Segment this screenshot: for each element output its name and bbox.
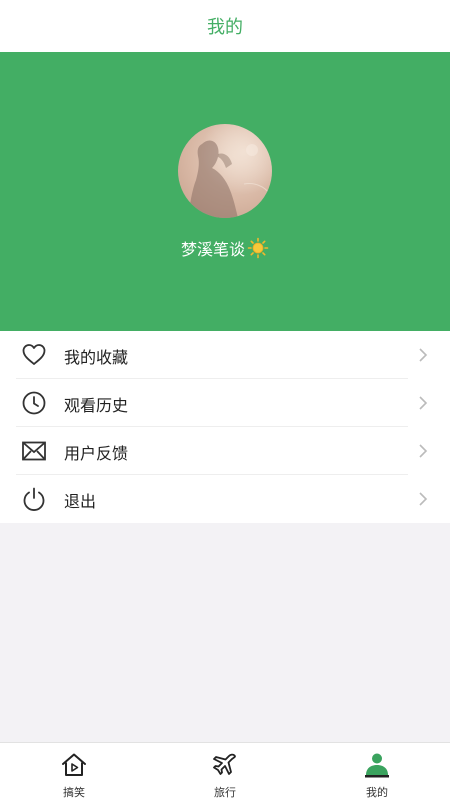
menu-item-history[interactable]: 观看历史 [0, 379, 450, 427]
sun-icon [247, 237, 269, 259]
heart-icon [21, 342, 47, 368]
menu-item-logout[interactable]: 退出 [0, 475, 450, 523]
chevron-right-icon [416, 394, 430, 412]
tab-label: 搞笑 [63, 786, 85, 799]
tab-funny[interactable]: 搞笑 [29, 743, 119, 800]
page-title: 我的 [207, 17, 243, 38]
menu-item-label: 用户反馈 [64, 444, 129, 463]
menu-item-label: 退出 [64, 492, 97, 511]
bottom-tab-bar: 搞笑 旅行 我的 [0, 742, 450, 800]
power-icon [21, 486, 47, 512]
avatar-photo [178, 124, 272, 218]
tab-mine[interactable]: 我的 [332, 743, 422, 800]
menu-item-label: 我的收藏 [64, 348, 129, 367]
username-row: 梦溪笔谈 [0, 236, 450, 260]
tab-label: 我的 [366, 786, 388, 799]
username: 梦溪笔谈 [180, 240, 245, 259]
menu-item-label: 观看历史 [64, 396, 129, 415]
airplane-icon [211, 751, 239, 779]
menu-item-favorites[interactable]: 我的收藏 [0, 331, 450, 379]
tab-label: 旅行 [214, 786, 236, 799]
tab-travel[interactable]: 旅行 [180, 743, 270, 800]
chevron-right-icon [416, 346, 430, 364]
home-play-icon [60, 751, 88, 779]
top-header: 我的 [0, 0, 450, 52]
app: 我的 梦溪笔谈 我的收藏 观看历史 用户反馈 退出 搞笑 旅行 我的 [0, 0, 450, 800]
profile-banner: 梦溪笔谈 [0, 52, 450, 331]
menu-list: 我的收藏 观看历史 用户反馈 退出 [0, 331, 450, 523]
clock-icon [21, 390, 47, 416]
chevron-right-icon [416, 442, 430, 460]
avatar[interactable] [178, 124, 272, 218]
menu-item-feedback[interactable]: 用户反馈 [0, 427, 450, 475]
user-icon [363, 751, 391, 779]
envelope-icon [21, 438, 47, 464]
chevron-right-icon [416, 490, 430, 508]
